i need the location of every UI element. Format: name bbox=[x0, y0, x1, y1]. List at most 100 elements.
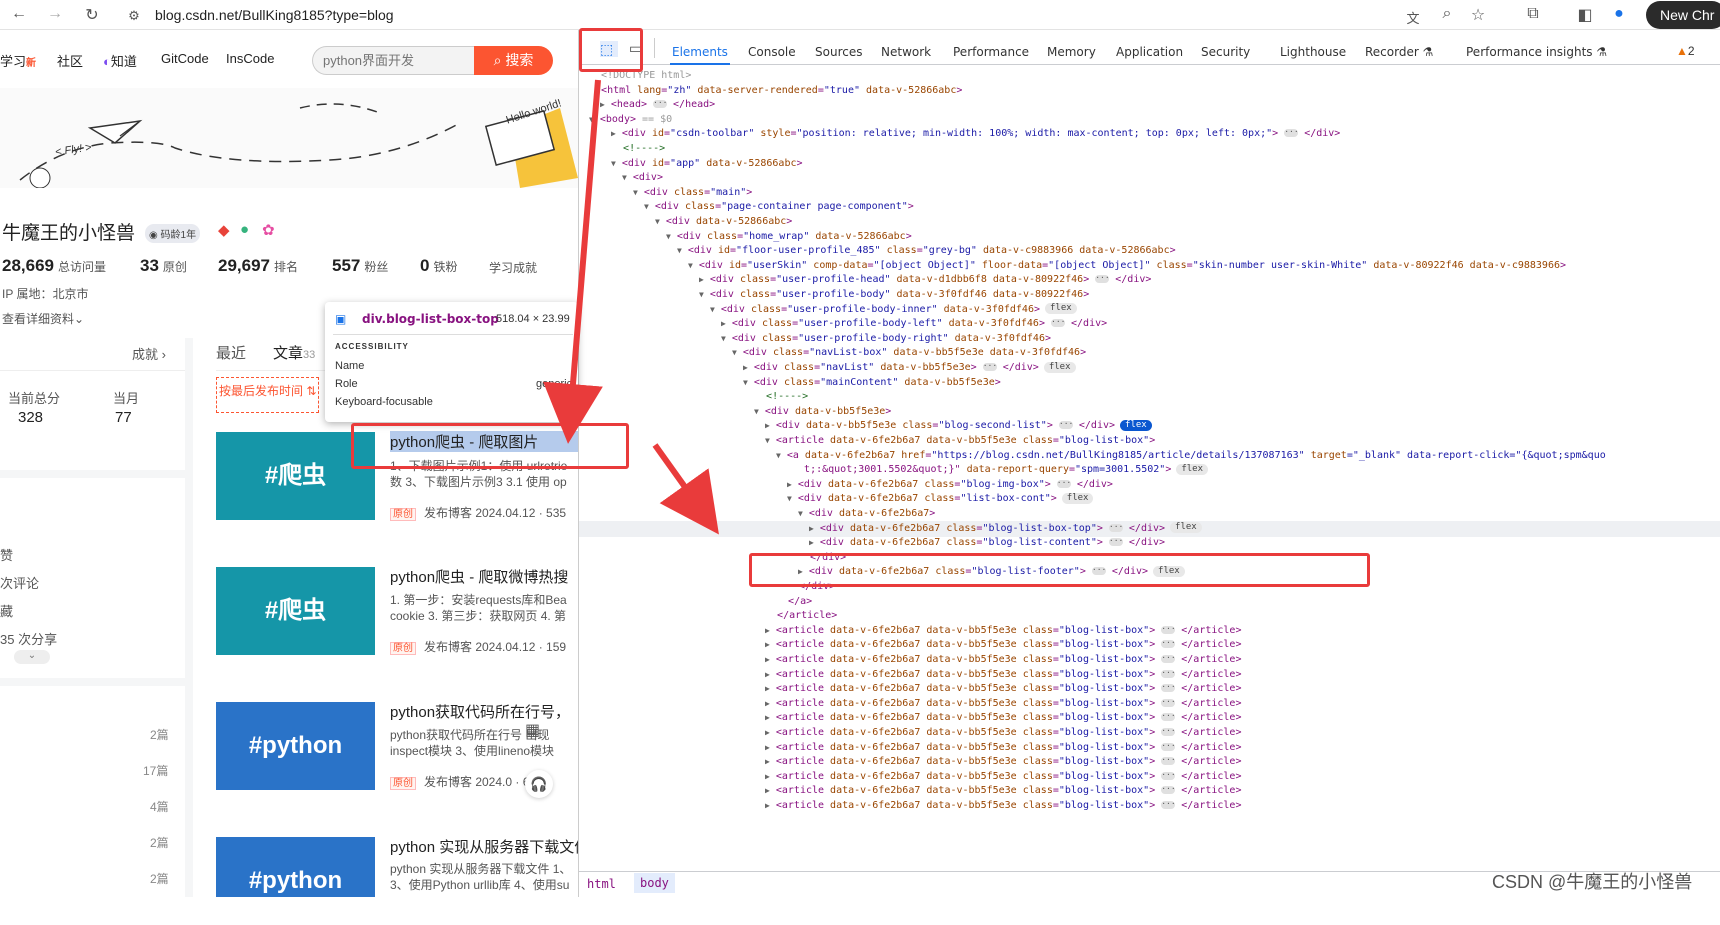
achievement-label[interactable]: 学习成就 bbox=[489, 259, 537, 276]
expand-chevron-icon[interactable]: ⌄ bbox=[14, 650, 50, 664]
dom-node-line[interactable]: <!----> bbox=[579, 389, 1720, 405]
breadcrumb-html[interactable]: html bbox=[587, 877, 616, 891]
dom-node-line[interactable]: ▶ <article data-v-6fe2b6a7 data-v-bb5f5e… bbox=[579, 740, 1720, 756]
dom-node-line[interactable]: ▼ <div class="home_wrap" data-v-52866abc… bbox=[579, 229, 1720, 245]
dom-node-line[interactable]: ▶ <div id="csdn-toolbar" style="position… bbox=[579, 126, 1720, 142]
dom-node-line[interactable]: ▼ <div class="mainContent" data-v-bb5f5e… bbox=[579, 375, 1720, 391]
dom-node-line[interactable]: ▶ <div class="user-profile-head" data-v-… bbox=[579, 272, 1720, 288]
dom-node-line[interactable]: <!DOCTYPE html> bbox=[579, 68, 1720, 84]
reload-icon[interactable]: ↻ bbox=[82, 5, 102, 25]
dom-node-line[interactable]: ▶ <article data-v-6fe2b6a7 data-v-bb5f5e… bbox=[579, 798, 1720, 814]
tab-lighthouse[interactable]: Lighthouse bbox=[1280, 45, 1346, 59]
dom-node-line[interactable]: ▼ <div data-v-6fe2b6a7> bbox=[579, 506, 1720, 522]
dom-node-line[interactable]: t;:&quot;3001.5502&quot;}" data-report-q… bbox=[579, 462, 1720, 478]
month-score-value: 77 bbox=[115, 409, 132, 426]
sidepanel-icon[interactable]: ◧ bbox=[1575, 5, 1595, 25]
dom-node-line[interactable]: ▶ <article data-v-6fe2b6a7 data-v-bb5f5e… bbox=[579, 637, 1720, 653]
tab-performance-insights[interactable]: Performance insights ⚗ bbox=[1466, 45, 1607, 59]
tab-network[interactable]: Network bbox=[881, 45, 931, 59]
dom-node-line[interactable]: ▶ <article data-v-6fe2b6a7 data-v-bb5f5e… bbox=[579, 754, 1720, 770]
forward-icon[interactable]: → bbox=[45, 5, 65, 23]
tooltip-row-label: Role bbox=[335, 378, 358, 390]
dom-node-line[interactable]: ▼ <article data-v-6fe2b6a7 data-v-bb5f5e… bbox=[579, 433, 1720, 449]
tab-articles[interactable]: 文章33 bbox=[273, 342, 315, 363]
dom-node-line[interactable]: ▶ <div data-v-6fe2b6a7 class="blog-list-… bbox=[579, 535, 1720, 551]
article-thumbnail[interactable]: #python bbox=[216, 702, 375, 790]
article-thumbnail[interactable]: #python bbox=[216, 837, 375, 897]
tab-performance[interactable]: Performance bbox=[953, 45, 1029, 59]
dom-node-line[interactable]: ▶ <div data-v-6fe2b6a7 class="blog-img-b… bbox=[579, 477, 1720, 493]
tab-sources[interactable]: Sources bbox=[815, 45, 862, 59]
search-button[interactable]: ⌕ 搜索 bbox=[474, 46, 553, 75]
dom-node-line[interactable]: ▼ <div class="main"> bbox=[579, 185, 1720, 201]
dom-node-line[interactable]: ▶ <div class="navList" data-v-bb5f5e3e> … bbox=[579, 360, 1720, 376]
tab-recent[interactable]: 最近 bbox=[216, 342, 246, 363]
dom-node-line[interactable]: ▶ <article data-v-6fe2b6a7 data-v-bb5f5e… bbox=[579, 710, 1720, 726]
dom-node-line[interactable]: ▶ <article data-v-6fe2b6a7 data-v-bb5f5e… bbox=[579, 769, 1720, 785]
qrcode-icon[interactable]: ▦ bbox=[525, 720, 540, 740]
dom-node-line[interactable]: ▼ <div data-v-6fe2b6a7 class="list-box-c… bbox=[579, 491, 1720, 507]
dom-node-line[interactable]: <!----> bbox=[579, 141, 1720, 157]
dom-node-line[interactable]: ▼ <div data-v-52866abc> bbox=[579, 214, 1720, 230]
dom-node-line[interactable]: </article> bbox=[579, 608, 1720, 624]
nav-item-inscode[interactable]: InsCode bbox=[226, 51, 274, 66]
new-chrome-button[interactable]: New Chr bbox=[1646, 1, 1720, 29]
headset-icon[interactable]: 🎧 bbox=[525, 770, 553, 798]
dom-node-line[interactable]: ▶ <div class="user-profile-body-left" da… bbox=[579, 316, 1720, 332]
sort-button[interactable]: 按最后发布时间 ⇅ bbox=[216, 377, 320, 413]
article-title[interactable]: python获取代码所在行号， bbox=[390, 701, 580, 722]
tab-memory[interactable]: Memory bbox=[1047, 45, 1096, 59]
nav-item-zhidao[interactable]: ◐知道 bbox=[103, 51, 137, 70]
dom-node-line[interactable]: ▼ <div id="userSkin" comp-data="[object … bbox=[579, 258, 1720, 274]
dom-node-line[interactable]: ▶ <article data-v-6fe2b6a7 data-v-bb5f5e… bbox=[579, 667, 1720, 683]
translate-icon[interactable]: 文 bbox=[1403, 8, 1423, 27]
dom-node-line[interactable]: ▶ <article data-v-6fe2b6a7 data-v-bb5f5e… bbox=[579, 725, 1720, 741]
url-text[interactable]: blog.csdn.net/BullKing8185?type=blog bbox=[155, 7, 394, 23]
warning-counter[interactable]: ▲2 bbox=[1676, 44, 1695, 58]
dom-node-line[interactable]: ▼ <div class="user-profile-body-right" d… bbox=[579, 331, 1720, 347]
breadcrumb-body[interactable]: body bbox=[634, 873, 675, 893]
achievements-link[interactable]: 成就 › bbox=[132, 344, 166, 363]
tab-security[interactable]: Security bbox=[1201, 45, 1250, 59]
dom-node-line[interactable]: <html lang="zh" data-server-rendered="tr… bbox=[579, 83, 1720, 99]
dom-node-line[interactable]: ▶ <div data-v-bb5f5e3e class="blog-secon… bbox=[579, 418, 1720, 434]
nav-item-gitcode[interactable]: GitCode bbox=[161, 51, 209, 66]
dom-node-line[interactable]: ▶ <article data-v-6fe2b6a7 data-v-bb5f5e… bbox=[579, 652, 1720, 668]
tab-elements[interactable]: Elements bbox=[672, 45, 728, 59]
nav-item-community[interactable]: 社区 bbox=[57, 51, 83, 70]
dom-node-line[interactable]: ▼ <div> bbox=[579, 170, 1720, 186]
bookmark-star-icon[interactable]: ☆ bbox=[1468, 5, 1488, 25]
dom-node-line[interactable]: ▶ <article data-v-6fe2b6a7 data-v-bb5f5e… bbox=[579, 783, 1720, 799]
dom-node-line[interactable]: ▼ <div class="page-container page-compon… bbox=[579, 199, 1720, 215]
dom-node-line[interactable]: ▶ <article data-v-6fe2b6a7 data-v-bb5f5e… bbox=[579, 681, 1720, 697]
extensions-icon[interactable]: ⧉ bbox=[1523, 5, 1543, 23]
dom-node-line[interactable]: ▶ <head> ··· </head> bbox=[579, 97, 1720, 113]
flex-badge: flex bbox=[1061, 492, 1094, 504]
tab-console[interactable]: Console bbox=[748, 45, 796, 59]
expand-toggle-icon: ▶ bbox=[765, 801, 770, 810]
dom-node-line[interactable]: ▶ <article data-v-6fe2b6a7 data-v-bb5f5e… bbox=[579, 623, 1720, 639]
dom-node-line[interactable]: ▼ <div data-v-bb5f5e3e> bbox=[579, 404, 1720, 420]
dom-node-line[interactable]: </a> bbox=[579, 594, 1720, 610]
nav-item-learn[interactable]: 学习新 bbox=[0, 51, 36, 70]
article-title[interactable]: python爬虫 - 爬取微博热搜 bbox=[390, 566, 580, 587]
dom-node-line[interactable]: ▼ <div id="app" data-v-52866abc> bbox=[579, 156, 1720, 172]
dom-node-line[interactable]: ▼ <a data-v-6fe2b6a7 href="https://blog.… bbox=[579, 448, 1720, 464]
article-thumbnail[interactable]: #爬虫 bbox=[216, 567, 375, 655]
article-title[interactable]: python 实现从服务器下载文件 bbox=[390, 836, 580, 857]
dom-node-line[interactable]: ▼ <div class="user-profile-body" data-v-… bbox=[579, 287, 1720, 303]
tab-application[interactable]: Application bbox=[1116, 45, 1183, 59]
dom-node-line[interactable]: ▼ <body> == $0 bbox=[579, 112, 1720, 128]
details-link[interactable]: 查看详细资料⌄ bbox=[2, 310, 84, 327]
profile-icon[interactable]: ● bbox=[1609, 5, 1629, 23]
dom-node-line[interactable]: ▶ <div data-v-6fe2b6a7 class="blog-list-… bbox=[579, 520, 1720, 537]
dom-node-line[interactable]: ▶ <article data-v-6fe2b6a7 data-v-bb5f5e… bbox=[579, 696, 1720, 712]
site-info-icon[interactable]: ⚙ bbox=[124, 8, 144, 24]
search-input[interactable] bbox=[312, 46, 475, 75]
dom-node-line[interactable]: ▼ <div class="navList-box" data-v-bb5f5e… bbox=[579, 345, 1720, 361]
dom-node-line[interactable]: ▼ <div id="floor-user-profile_485" class… bbox=[579, 243, 1720, 259]
back-icon[interactable]: ← bbox=[9, 5, 29, 23]
zoom-icon[interactable]: ⌕ bbox=[1437, 5, 1457, 23]
dom-node-line[interactable]: ▼ <div class="user-profile-body-inner" d… bbox=[579, 302, 1720, 318]
tab-recorder[interactable]: Recorder ⚗ bbox=[1365, 45, 1433, 59]
